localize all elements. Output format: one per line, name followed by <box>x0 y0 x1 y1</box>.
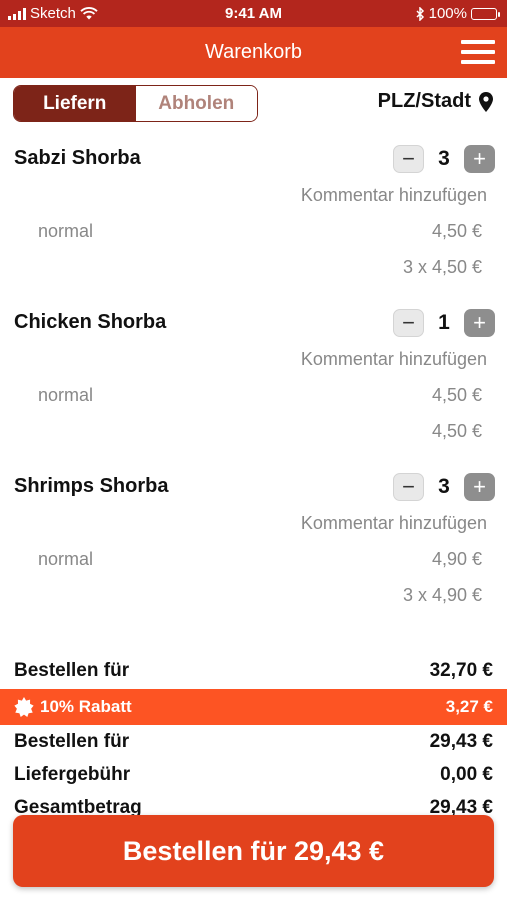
after-discount-value: 29,43 € <box>429 731 493 752</box>
status-right: 100% <box>416 5 500 22</box>
item-quantity: 3 <box>438 147 450 170</box>
hamburger-menu-icon[interactable] <box>461 40 495 64</box>
after-discount-label: Bestellen für <box>14 731 130 752</box>
decrease-quantity-button[interactable]: − <box>393 473 424 501</box>
after-discount-row: Bestellen für 29,43 € <box>0 731 507 761</box>
location-label: PLZ/Stadt <box>377 90 471 112</box>
discount-value: 3,27 € <box>445 697 493 716</box>
discount-label-group: 10% Rabatt <box>14 697 132 717</box>
status-bar: Sketch 9:41 AM 100% <box>0 0 507 27</box>
subtotal-row: Bestellen für 32,70 € <box>0 660 507 690</box>
increase-quantity-button[interactable]: + <box>464 473 495 501</box>
quantity-stepper: − 1 + <box>393 309 495 337</box>
item-name: Chicken Shorba <box>14 311 167 333</box>
place-order-button[interactable]: Bestellen für 29,43 € <box>13 815 494 887</box>
item-line-total: 4,50 € <box>431 421 482 441</box>
subtotal-value: 32,70 € <box>429 660 493 681</box>
item-quantity: 3 <box>438 475 450 498</box>
item-name: Shrimps Shorba <box>14 475 169 497</box>
location-selector[interactable]: PLZ/Stadt <box>378 90 493 113</box>
header-bar: Warenkorb <box>0 27 507 78</box>
item-name: Sabzi Shorba <box>14 147 141 169</box>
item-unit-price: 4,50 € <box>431 385 482 405</box>
battery-icon <box>471 7 500 20</box>
toggle-abholen[interactable]: Abholen <box>135 86 257 121</box>
increase-quantity-button[interactable]: + <box>464 145 495 173</box>
discount-row: 10% Rabatt 3,27 € <box>0 689 507 725</box>
decrease-quantity-button[interactable]: − <box>393 145 424 173</box>
page-title: Warenkorb <box>204 41 303 63</box>
quantity-stepper: − 3 + <box>393 145 495 173</box>
item-unit-price: 4,90 € <box>431 549 482 569</box>
item-variant: normal <box>38 221 94 241</box>
battery-percent: 100% <box>428 5 467 22</box>
increase-quantity-button[interactable]: + <box>464 309 495 337</box>
location-pin-icon <box>479 91 493 112</box>
delivery-fee-row: Liefergebühr 0,00 € <box>0 764 507 794</box>
add-comment-link[interactable]: Kommentar hinzufügen <box>301 349 487 370</box>
add-comment-link[interactable]: Kommentar hinzufügen <box>301 185 487 206</box>
subtotal-label: Bestellen für <box>14 660 130 681</box>
item-quantity: 1 <box>438 311 450 334</box>
item-variant: normal <box>38 385 94 405</box>
delivery-fee-label: Liefergebühr <box>14 764 131 785</box>
toggle-liefern[interactable]: Liefern <box>14 86 136 121</box>
add-comment-link[interactable]: Kommentar hinzufügen <box>301 513 487 534</box>
bluetooth-icon <box>416 6 424 21</box>
discount-badge-icon <box>14 697 34 717</box>
item-unit-price: 4,50 € <box>431 221 482 241</box>
decrease-quantity-button[interactable]: − <box>393 309 424 337</box>
delivery-fee-value: 0,00 € <box>440 764 493 785</box>
discount-label: 10% Rabatt <box>40 697 132 716</box>
quantity-stepper: − 3 + <box>393 473 495 501</box>
item-line-total: 3 x 4,90 € <box>402 585 482 605</box>
delivery-toggle: Liefern Abholen <box>13 85 258 122</box>
item-variant: normal <box>38 549 94 569</box>
item-line-total: 3 x 4,50 € <box>402 257 482 277</box>
